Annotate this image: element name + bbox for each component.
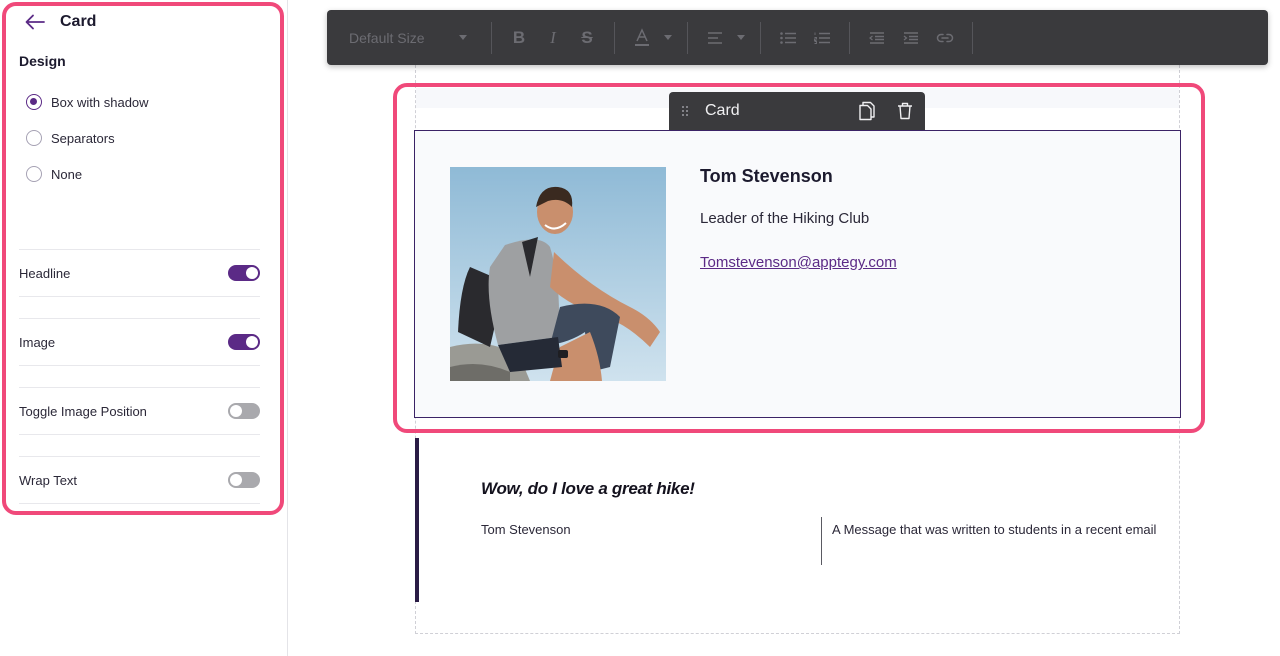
card-block-label: Card [705, 102, 740, 119]
strikethrough-icon[interactable]: S [570, 23, 604, 53]
quote-headline[interactable]: Wow, do I love a great hike! [481, 479, 695, 499]
bullet-list-icon[interactable] [771, 23, 805, 53]
text-color-icon[interactable] [625, 23, 659, 53]
toolbar-separator [687, 21, 688, 54]
outdent-icon[interactable] [860, 23, 894, 53]
editor-screen: Card Design Box with shadow Separators N… [0, 0, 1280, 656]
radio-label: Separators [51, 130, 115, 146]
image-position-toggle[interactable] [228, 403, 260, 419]
font-size-label: Default Size [349, 29, 425, 46]
quote-author[interactable]: Tom Stevenson [481, 522, 571, 537]
quote-divider [821, 517, 822, 565]
numbered-list-icon[interactable] [805, 23, 839, 53]
design-option-separators[interactable]: Separators [26, 128, 115, 148]
toggle-label: Headline [19, 265, 71, 281]
rich-text-toolbar: Default Size B I S [327, 10, 1268, 65]
headline-toggle[interactable] [228, 265, 260, 281]
image-toggle[interactable] [228, 334, 260, 350]
toggle-row-wrap-text: Wrap Text [19, 456, 260, 504]
toggle-label: Toggle Image Position [19, 403, 147, 419]
duplicate-icon[interactable] [851, 97, 883, 125]
align-icon[interactable] [698, 23, 732, 53]
back-arrow-icon[interactable] [24, 11, 46, 33]
chevron-down-icon [459, 35, 467, 40]
bold-icon[interactable]: B [502, 23, 536, 53]
wrap-text-toggle[interactable] [228, 472, 260, 488]
radio-button-checked[interactable] [26, 94, 42, 110]
toggle-label: Image [19, 334, 56, 350]
toggle-knob [246, 267, 258, 279]
toggle-row-image: Image [19, 318, 260, 366]
chevron-down-icon [664, 35, 672, 40]
toggle-knob [230, 405, 242, 417]
toggle-label: Wrap Text [19, 472, 78, 488]
italic-icon[interactable]: I [536, 23, 570, 53]
toolbar-separator [849, 21, 850, 54]
align-dropdown[interactable] [732, 23, 750, 53]
indent-icon[interactable] [894, 23, 928, 53]
toolbar-separator [972, 21, 973, 54]
chevron-down-icon [737, 35, 745, 40]
link-icon[interactable] [928, 23, 962, 53]
font-size-select[interactable]: Default Size [349, 23, 481, 53]
panel-title: Card [60, 13, 97, 30]
toolbar-separator [491, 21, 492, 54]
toggle-row-image-position: Toggle Image Position [19, 387, 260, 435]
radio-label: None [51, 166, 83, 182]
card-headline: Tom Stevenson [700, 166, 833, 186]
radio-label: Box with shadow [51, 94, 149, 110]
card-block-toolbar: Card [669, 92, 925, 130]
panel-header: Card [24, 10, 96, 34]
drag-handle-icon[interactable] [679, 105, 693, 117]
toggle-knob [230, 474, 242, 486]
design-option-none[interactable]: None [26, 164, 82, 184]
radio-button[interactable] [26, 166, 42, 182]
card-email-link[interactable]: Tomstevenson@apptegy.com [700, 254, 897, 271]
design-option-box-with-shadow[interactable]: Box with shadow [26, 92, 149, 112]
toggle-knob [246, 336, 258, 348]
quote-accent-bar [415, 438, 419, 602]
design-section-label: Design [19, 53, 66, 69]
toolbar-separator [760, 21, 761, 54]
trash-icon[interactable] [889, 97, 921, 125]
quote-description[interactable]: A Message that was written to students i… [832, 522, 1156, 537]
hiker-photo [450, 167, 666, 381]
card-subtitle: Leader of the Hiking Club [700, 210, 870, 227]
text-color-dropdown[interactable] [659, 23, 677, 53]
card-image[interactable] [450, 167, 666, 381]
toggle-row-headline: Headline [19, 249, 260, 297]
radio-button[interactable] [26, 130, 42, 146]
toolbar-separator [614, 21, 615, 54]
